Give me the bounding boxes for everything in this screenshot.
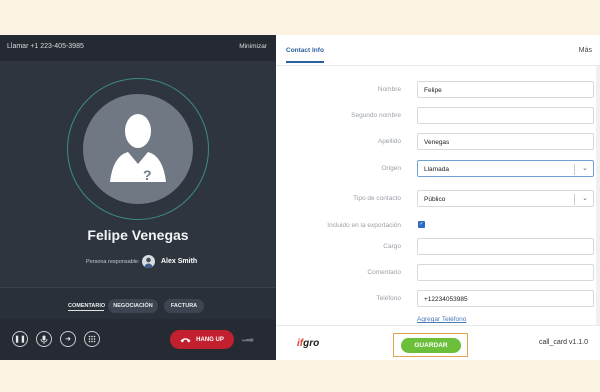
phone-input[interactable]: +12234053985 bbox=[417, 290, 594, 307]
contact-avatar: ? bbox=[83, 94, 193, 204]
contact-name: Felipe Venegas bbox=[87, 227, 189, 243]
phone-hangup-icon bbox=[180, 337, 191, 342]
field-row-apellido: Apellido Venegas bbox=[276, 133, 594, 150]
field-label: Teléfono bbox=[376, 295, 401, 302]
scrollbar[interactable] bbox=[596, 66, 600, 325]
info-header: Contact Info Más bbox=[276, 35, 600, 66]
forward-icon[interactable]: ➜ bbox=[60, 331, 76, 347]
tab-negociacion[interactable]: NEGOCIACIÓN bbox=[108, 299, 158, 313]
responsible-label: Persona responsable: bbox=[86, 259, 140, 265]
footer: ifgro GUARDAR call_card v1.1.0 bbox=[276, 325, 600, 360]
logo-text: gro bbox=[303, 338, 320, 349]
add-phone-link[interactable]: Agregar Teléfono bbox=[417, 316, 466, 323]
unknown-person-icon: ? bbox=[110, 114, 166, 183]
origin-value: Llamada bbox=[424, 166, 449, 173]
tab-contact-info[interactable]: Contact Info bbox=[286, 47, 324, 63]
save-highlight: GUARDAR bbox=[393, 333, 468, 357]
save-button[interactable]: GUARDAR bbox=[401, 338, 461, 353]
brand-logo: ifgro bbox=[297, 338, 320, 349]
more-tab[interactable]: Más bbox=[579, 47, 592, 54]
first-name-input[interactable]: Felipe bbox=[417, 81, 594, 98]
call-controls: ❚❚ ➜ HANG UP ▂▃▄ bbox=[0, 319, 276, 360]
field-label: Tipo de contacto bbox=[353, 195, 401, 202]
signal-icon: ▂▃▄ bbox=[242, 336, 254, 342]
field-label: Apellido bbox=[377, 138, 401, 145]
responsible-name[interactable]: Alex Smith bbox=[161, 258, 197, 265]
version-label: call_card v1.1.0 bbox=[538, 339, 588, 346]
position-input[interactable] bbox=[417, 238, 594, 255]
contact-type-value: Público bbox=[424, 196, 446, 203]
call-tabs: COMENTARIO NEGOCIACIÓN FACTURA bbox=[0, 288, 276, 319]
field-label: Nombre bbox=[377, 86, 401, 93]
field-label: Incluido en la exportación bbox=[327, 222, 401, 229]
responsible-avatar bbox=[142, 255, 155, 268]
svg-text:?: ? bbox=[143, 167, 152, 183]
last-name-input[interactable]: Venegas bbox=[417, 133, 594, 150]
origin-select[interactable]: Llamada ⌄ bbox=[417, 160, 594, 177]
call-header: Llamar +1 223-405-3985 Minimizar bbox=[0, 35, 276, 61]
field-row-cargo: Cargo bbox=[276, 238, 594, 255]
keypad-icon[interactable] bbox=[84, 331, 100, 347]
tab-comentario[interactable]: COMENTARIO bbox=[68, 299, 105, 311]
person-icon bbox=[144, 257, 153, 268]
field-label: Segundo nombre bbox=[351, 112, 401, 119]
minimize-button[interactable]: Minimizar bbox=[239, 43, 267, 50]
select-separator bbox=[574, 164, 575, 175]
contact-info-panel: Contact Info Más Nombre Felipe Segundo n… bbox=[276, 35, 600, 360]
select-separator bbox=[574, 194, 575, 205]
field-row-tipo-contacto: Tipo de contacto Público ⌄ bbox=[276, 190, 594, 207]
field-row-exportacion: Incluido en la exportación ✓ bbox=[276, 217, 592, 234]
field-row-comentario: Comentario bbox=[276, 264, 594, 281]
field-row-origen: Origen Llamada ⌄ bbox=[276, 160, 594, 177]
comment-input[interactable] bbox=[417, 264, 594, 281]
tab-factura[interactable]: FACTURA bbox=[164, 299, 204, 313]
middle-name-input[interactable] bbox=[417, 107, 594, 124]
field-label: Origen bbox=[381, 165, 401, 172]
field-label: Comentario bbox=[367, 269, 401, 276]
call-card: Llamar +1 223-405-3985 Minimizar ? Felip… bbox=[0, 35, 600, 360]
field-row-nombre: Nombre Felipe bbox=[276, 81, 594, 98]
microphone-icon[interactable] bbox=[36, 331, 52, 347]
contact-type-select[interactable]: Público ⌄ bbox=[417, 190, 594, 207]
hang-up-button[interactable]: HANG UP bbox=[170, 330, 234, 349]
export-checkbox[interactable]: ✓ bbox=[418, 221, 425, 228]
pause-icon[interactable]: ❚❚ bbox=[12, 331, 28, 347]
chevron-down-icon[interactable]: ⌄ bbox=[582, 164, 588, 172]
field-label: Cargo bbox=[383, 243, 401, 250]
hang-up-label: HANG UP bbox=[196, 336, 224, 343]
call-title: Llamar +1 223-405-3985 bbox=[7, 43, 84, 50]
field-row-segundo-nombre: Segundo nombre bbox=[276, 107, 594, 124]
call-panel: Llamar +1 223-405-3985 Minimizar ? Felip… bbox=[0, 35, 276, 360]
chevron-down-icon[interactable]: ⌄ bbox=[582, 194, 588, 202]
field-row-telefono: Teléfono +12234053985 bbox=[276, 290, 594, 307]
